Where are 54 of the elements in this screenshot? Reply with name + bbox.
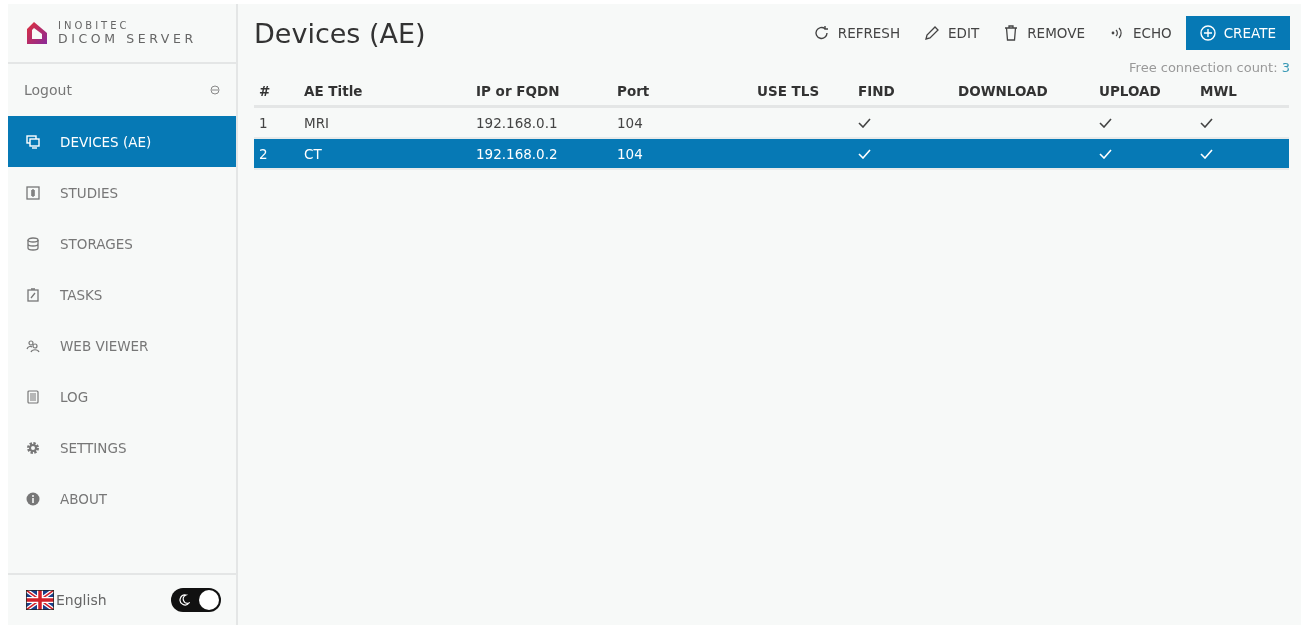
page-title: Devices (AE) [254,17,427,49]
column-header[interactable]: # [254,77,299,107]
gear-icon [26,440,40,455]
logo-icon [26,21,48,45]
list-icon [26,389,40,404]
column-header[interactable]: MWL [1195,77,1289,107]
table-cell: MRI [304,114,329,131]
table-cell: 2 [259,145,268,162]
sidebar-item[interactable]: WEB VIEWER [8,320,236,371]
column-header[interactable]: UPLOAD [1094,77,1195,107]
sidebar-item[interactable]: TASKS [8,269,236,320]
echo-button[interactable]: ECHO [1098,16,1182,50]
edit-button[interactable]: EDIT [914,16,990,50]
sidebar-item[interactable]: STUDIES [8,167,236,218]
sidebar-item[interactable]: ABOUT [8,473,236,524]
theme-toggle[interactable] [171,588,221,612]
clipboard-icon [26,287,40,302]
table-cell: 192.168.0.2 [476,145,558,162]
column-header[interactable]: Port [612,77,752,107]
pencil-icon [924,25,941,41]
logo-text: DICOM SERVER [58,31,197,46]
column-header[interactable]: DOWNLOAD [953,77,1094,107]
table-cell: 104 [617,145,643,162]
create-button[interactable]: CREATE [1185,16,1290,50]
document-icon [26,185,40,200]
database-icon [26,236,40,251]
logo-text: INOBITEC [58,20,131,31]
table-cell: 104 [617,114,643,131]
free-connection-count: Free connection count: 3 [1129,60,1290,75]
flag-icon [26,590,54,610]
moon-icon [178,594,190,606]
people-icon [26,338,40,353]
table-cell: CT [304,145,322,162]
column-header[interactable]: AE Title [299,77,471,107]
refresh-icon [813,25,830,41]
remove-button[interactable]: REMOVE [993,16,1095,50]
refresh-button[interactable]: REFRESH [803,16,911,50]
sidebar-item[interactable]: DEVICES (AE) [8,116,236,167]
language-label[interactable]: English [56,592,107,608]
info-icon [26,491,40,506]
trash-icon [1003,25,1020,41]
table-cell: 1 [259,114,268,131]
column-header[interactable]: FIND [853,77,953,107]
logout-icon [210,85,220,95]
plus-circle-icon [1199,25,1216,41]
sidebar-item[interactable]: STORAGES [8,218,236,269]
table-cell: 192.168.0.1 [476,114,558,131]
table-row[interactable]: 2 CT 192.168.0.2 104 [254,138,1289,169]
sidebar-item[interactable]: LOG [8,371,236,422]
monitor-icon [26,134,40,149]
column-header[interactable]: USE TLS [752,77,853,107]
column-header[interactable]: IP or FQDN [471,77,612,107]
logout-link[interactable]: Logout [8,64,236,116]
sidebar-item[interactable]: SETTINGS [8,422,236,473]
